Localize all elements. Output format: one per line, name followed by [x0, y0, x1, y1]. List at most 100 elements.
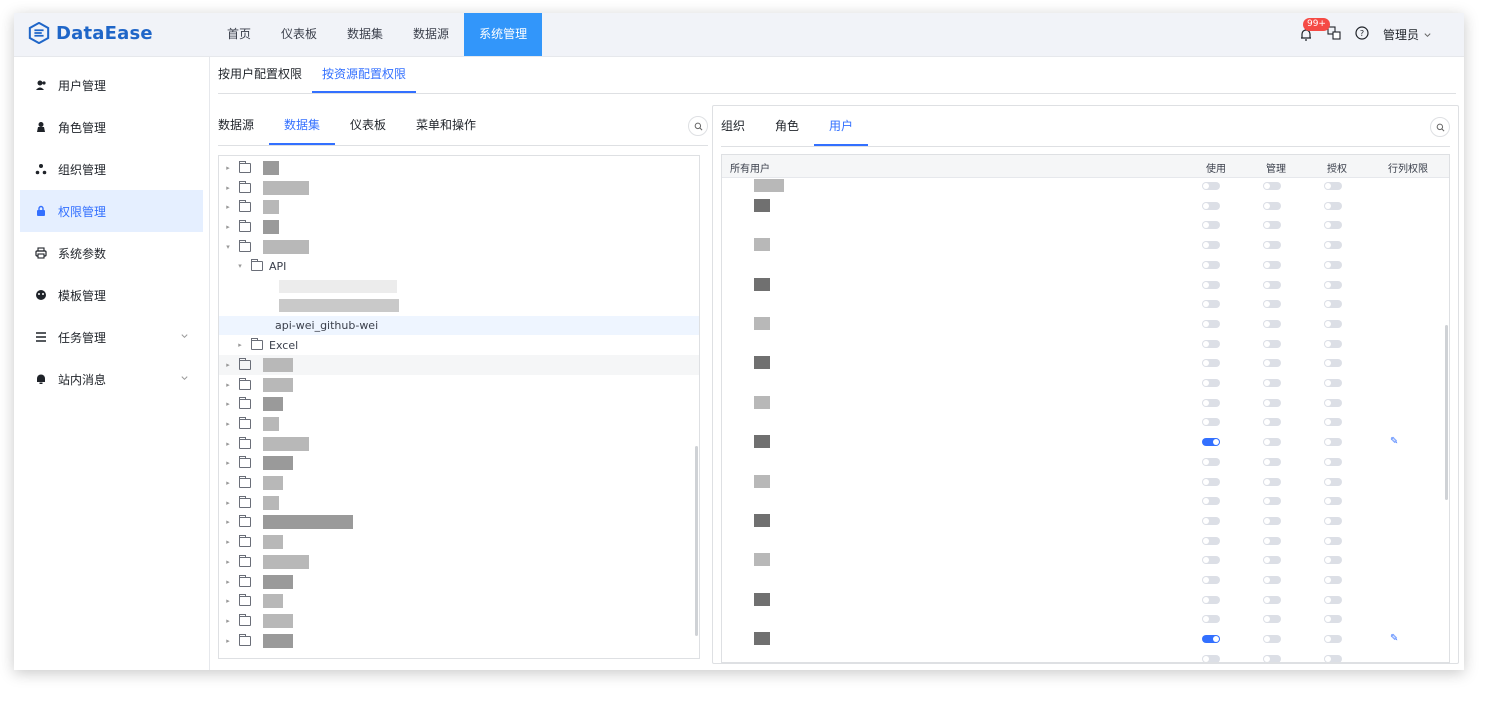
- sidebar-item-org-management[interactable]: 组织管理: [20, 148, 203, 190]
- use-toggle[interactable]: [1202, 516, 1220, 525]
- grant-toggle[interactable]: [1324, 319, 1342, 328]
- tree-folder[interactable]: ▸: [219, 375, 699, 395]
- caret-right-icon[interactable]: ▸: [223, 400, 233, 408]
- caret-down-icon[interactable]: ▾: [223, 243, 233, 251]
- use-toggle[interactable]: [1202, 201, 1220, 210]
- use-toggle[interactable]: [1202, 280, 1220, 289]
- grant-toggle[interactable]: [1324, 241, 1342, 250]
- grant-toggle[interactable]: [1324, 418, 1342, 427]
- grant-toggle[interactable]: [1324, 457, 1342, 466]
- caret-right-icon[interactable]: ▸: [235, 341, 245, 349]
- nav-home[interactable]: 首页: [212, 13, 266, 56]
- sidebar-item-site-messages[interactable]: 站内消息: [20, 358, 203, 400]
- tree-folder[interactable]: ▸: [219, 394, 699, 414]
- sidebar-item-system-params[interactable]: 系统参数: [20, 232, 203, 274]
- grant-toggle[interactable]: [1324, 280, 1342, 289]
- manage-toggle[interactable]: [1263, 201, 1281, 210]
- tree-folder[interactable]: ▸: [219, 434, 699, 454]
- tree-folder[interactable]: ▸: [219, 454, 699, 474]
- use-toggle[interactable]: [1202, 300, 1220, 309]
- tab-by-user[interactable]: 按用户配置权限: [218, 57, 312, 91]
- tab-org[interactable]: 组织: [721, 106, 760, 144]
- edit-row-col-permission-icon[interactable]: ✎: [1390, 436, 1398, 447]
- grant-toggle[interactable]: [1324, 359, 1342, 368]
- grant-toggle[interactable]: [1324, 201, 1342, 210]
- help-icon[interactable]: ?: [1355, 26, 1369, 43]
- caret-right-icon[interactable]: ▸: [223, 479, 233, 487]
- caret-right-icon[interactable]: ▸: [223, 203, 233, 211]
- manage-toggle[interactable]: [1263, 556, 1281, 565]
- tree-folder[interactable]: ▸: [219, 611, 699, 631]
- manage-toggle[interactable]: [1263, 457, 1281, 466]
- notification-bell-icon[interactable]: 99+: [1299, 17, 1330, 42]
- tree-scrollbar[interactable]: [695, 446, 698, 636]
- tree-item[interactable]: [219, 276, 699, 296]
- grant-toggle[interactable]: [1324, 595, 1342, 604]
- use-toggle[interactable]: [1202, 418, 1220, 427]
- caret-right-icon[interactable]: ▸: [223, 440, 233, 448]
- tree-folder[interactable]: ▸: [219, 197, 699, 217]
- caret-right-icon[interactable]: ▸: [223, 459, 233, 467]
- grant-toggle[interactable]: [1324, 654, 1342, 662]
- chevron-down-icon[interactable]: [180, 373, 189, 382]
- manage-toggle[interactable]: [1263, 379, 1281, 387]
- tab-role[interactable]: 角色: [760, 106, 814, 144]
- tree-folder[interactable]: ▸: [219, 355, 699, 375]
- use-toggle[interactable]: [1202, 379, 1220, 387]
- tree-folder-api[interactable]: ▾ API: [219, 257, 699, 277]
- manage-toggle[interactable]: [1263, 280, 1281, 289]
- tree-folder[interactable]: ▸: [219, 217, 699, 237]
- manage-toggle[interactable]: [1263, 516, 1281, 525]
- grant-toggle[interactable]: [1324, 339, 1342, 348]
- nav-dashboard[interactable]: 仪表板: [266, 13, 332, 56]
- tree-folder[interactable]: ▸: [219, 178, 699, 198]
- translate-icon[interactable]: [1327, 26, 1341, 43]
- use-toggle[interactable]: [1202, 260, 1220, 269]
- caret-right-icon[interactable]: ▸: [223, 223, 233, 231]
- caret-right-icon[interactable]: ▸: [223, 381, 233, 389]
- use-toggle[interactable]: [1202, 221, 1220, 230]
- caret-right-icon[interactable]: ▸: [223, 597, 233, 605]
- use-toggle[interactable]: [1202, 497, 1220, 506]
- manage-toggle[interactable]: [1263, 339, 1281, 348]
- manage-toggle[interactable]: [1263, 260, 1281, 269]
- manage-toggle[interactable]: [1263, 595, 1281, 604]
- sidebar-item-permission-management[interactable]: 权限管理: [20, 190, 203, 232]
- manage-toggle[interactable]: [1263, 418, 1281, 427]
- caret-right-icon[interactable]: ▸: [223, 538, 233, 546]
- tab-menu-actions[interactable]: 菜单和操作: [401, 105, 491, 143]
- tree-folder[interactable]: ▸: [219, 532, 699, 552]
- tab-dashboard[interactable]: 仪表板: [335, 105, 401, 143]
- grant-toggle[interactable]: [1324, 260, 1342, 269]
- grant-toggle[interactable]: [1324, 576, 1342, 584]
- caret-right-icon[interactable]: ▸: [223, 420, 233, 428]
- grant-toggle[interactable]: [1324, 398, 1342, 407]
- tree-folder[interactable]: ▸: [219, 631, 699, 651]
- grant-toggle[interactable]: [1324, 221, 1342, 230]
- manage-toggle[interactable]: [1263, 300, 1281, 309]
- manage-toggle[interactable]: [1263, 497, 1281, 506]
- manage-toggle[interactable]: [1263, 576, 1281, 584]
- grant-toggle[interactable]: [1324, 556, 1342, 565]
- manage-toggle[interactable]: [1263, 438, 1281, 447]
- grantee-search-button[interactable]: [1430, 117, 1450, 137]
- chevron-down-icon[interactable]: [180, 331, 189, 340]
- grant-toggle[interactable]: [1324, 182, 1342, 190]
- nav-system-management[interactable]: 系统管理: [464, 13, 543, 56]
- grant-toggle[interactable]: [1324, 536, 1342, 545]
- caret-right-icon[interactable]: ▸: [223, 184, 233, 192]
- use-toggle[interactable]: [1202, 635, 1220, 644]
- manage-toggle[interactable]: [1263, 477, 1281, 486]
- use-toggle[interactable]: [1202, 319, 1220, 328]
- caret-right-icon[interactable]: ▸: [223, 164, 233, 172]
- grant-toggle[interactable]: [1324, 497, 1342, 506]
- user-menu[interactable]: 管理员: [1383, 26, 1432, 43]
- grant-toggle[interactable]: [1324, 615, 1342, 624]
- tree-item[interactable]: [219, 296, 699, 316]
- grant-toggle[interactable]: [1324, 300, 1342, 309]
- manage-toggle[interactable]: [1263, 221, 1281, 230]
- use-toggle[interactable]: [1202, 339, 1220, 348]
- edit-row-col-permission-icon[interactable]: ✎: [1390, 633, 1398, 644]
- sidebar-item-task-management[interactable]: 任务管理: [20, 316, 203, 358]
- grant-toggle[interactable]: [1324, 516, 1342, 525]
